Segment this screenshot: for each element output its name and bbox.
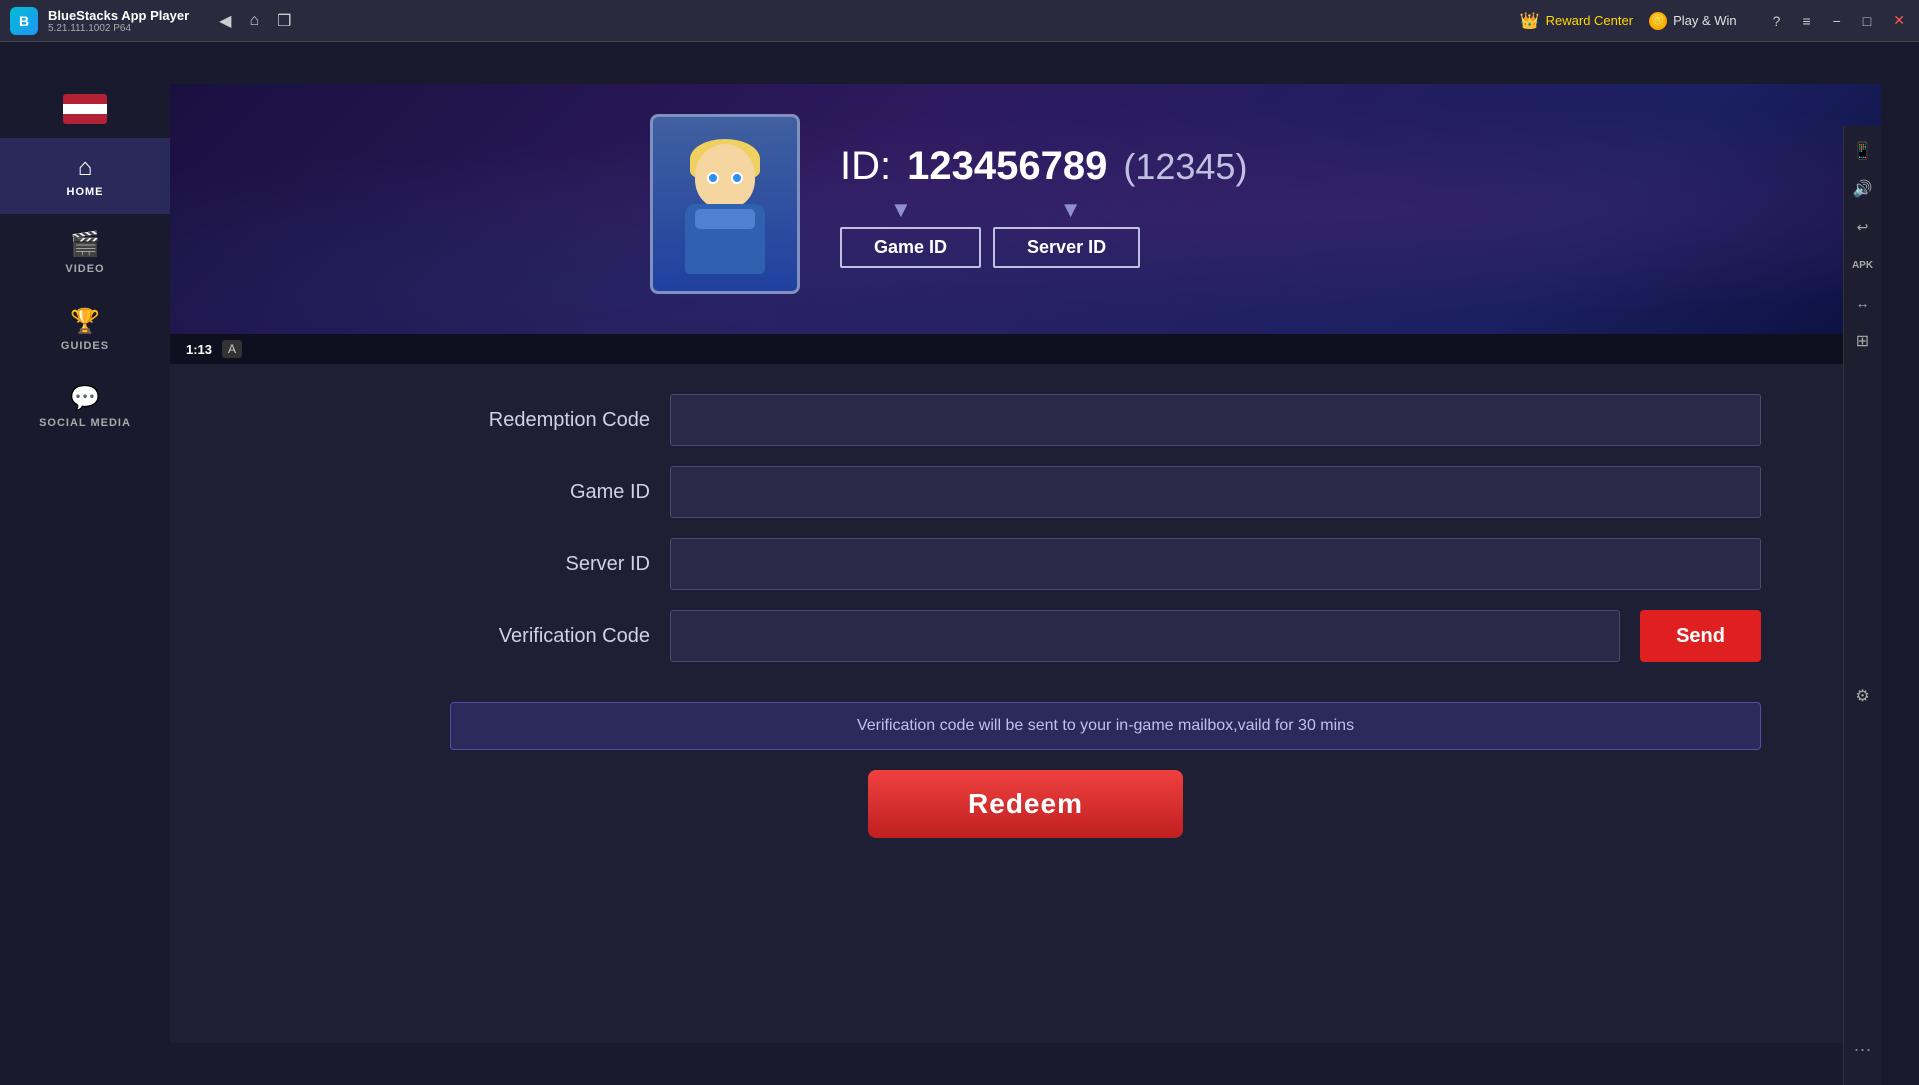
reward-center-label: Reward Center xyxy=(1546,13,1633,28)
play-win-label: Play & Win xyxy=(1673,13,1737,28)
nav-icons: ◀ ⌂ ❒ xyxy=(219,11,291,31)
redeem-button[interactable]: Redeem xyxy=(868,770,1183,838)
rs-rotate-icon[interactable]: ↩ xyxy=(1848,212,1878,242)
game-id-input[interactable] xyxy=(670,466,1761,518)
title-bar-left: B BlueStacks App Player 5.21.111.1002 P6… xyxy=(10,7,291,35)
flag-button[interactable] xyxy=(63,94,107,124)
app-name: BlueStacks App Player xyxy=(48,8,189,23)
coin-icon: 🪙 xyxy=(1649,12,1667,30)
rs-more-icon[interactable]: ⋯ xyxy=(1848,1035,1878,1065)
right-sidebar: 📱 🔊 ↩ APK ↔ ⊞ ⚙ ⋯ xyxy=(1843,126,1881,1085)
rs-resize-icon[interactable]: ↔ xyxy=(1848,288,1878,318)
tabs-icon[interactable]: ❒ xyxy=(277,11,291,31)
video-icon: 🎬 xyxy=(70,230,100,259)
title-bar-right: 👑 Reward Center 🪙 Play & Win ? ≡ − □ ✕ xyxy=(1520,10,1909,31)
back-icon[interactable]: ◀ xyxy=(219,11,231,31)
character-eye-left xyxy=(707,172,719,184)
info-text: Verification code will be sent to your i… xyxy=(857,717,1354,734)
guides-label: GUIDES xyxy=(61,340,109,352)
reward-center-button[interactable]: 👑 Reward Center xyxy=(1520,11,1633,31)
redemption-code-input[interactable] xyxy=(670,394,1761,446)
guides-icon: 🏆 xyxy=(70,307,100,336)
redeem-section: Redeem xyxy=(170,770,1881,838)
social-media-icon: 💬 xyxy=(70,384,100,413)
id-number: 123456789 xyxy=(907,144,1107,189)
timer-bar: 1:13 A xyxy=(170,334,1881,364)
rs-grid-icon[interactable]: ⊞ xyxy=(1848,326,1878,356)
server-id-arrow: ▼ xyxy=(1060,197,1082,223)
home-icon: ⌂ xyxy=(78,154,93,182)
video-label: VIDEO xyxy=(65,263,104,275)
sidebar-item-guides[interactable]: 🏆 GUIDES xyxy=(0,291,170,368)
character-eyes xyxy=(707,172,743,184)
server-id-row: Server ID xyxy=(450,538,1761,590)
form-section: Redemption Code Game ID Server ID Verifi… xyxy=(170,364,1881,692)
banner-buttons: Game ID Server ID xyxy=(840,227,1247,268)
server-number: (12345) xyxy=(1123,146,1247,188)
main-layout: ⌂ HOME 🎬 VIDEO 🏆 GUIDES 💬 SOCIAL MEDIA xyxy=(0,84,1881,1043)
rs-display-icon[interactable]: 📱 xyxy=(1848,136,1878,166)
home-nav-icon[interactable]: ⌂ xyxy=(249,12,259,30)
crown-icon: 👑 xyxy=(1520,11,1540,31)
minimize-icon[interactable]: − xyxy=(1829,11,1845,31)
header-banner: ID: 123456789 (12345) ▼ ▼ Game ID Server… xyxy=(170,84,1881,334)
verification-code-label: Verification Code xyxy=(450,625,650,648)
send-button[interactable]: Send xyxy=(1640,610,1761,662)
verification-code-row: Verification Code Send xyxy=(450,610,1761,662)
banner-id-section: ID: 123456789 (12345) ▼ ▼ Game ID Server… xyxy=(840,144,1247,268)
sidebar-item-video[interactable]: 🎬 VIDEO xyxy=(0,214,170,291)
info-banner: Verification code will be sent to your i… xyxy=(450,702,1761,750)
server-id-button[interactable]: Server ID xyxy=(993,227,1140,268)
character-portrait xyxy=(650,114,800,294)
id-label: ID: xyxy=(840,144,891,189)
menu-icon[interactable]: ≡ xyxy=(1798,11,1814,31)
banner-arrows: ▼ ▼ xyxy=(840,197,1247,223)
character-inner xyxy=(665,134,785,274)
rs-sound-icon[interactable]: 🔊 xyxy=(1848,174,1878,204)
window-controls: ? ≡ − □ ✕ xyxy=(1769,10,1909,31)
character-armor xyxy=(695,209,755,229)
left-sidebar: ⌂ HOME 🎬 VIDEO 🏆 GUIDES 💬 SOCIAL MEDIA xyxy=(0,84,170,1043)
character-eye-right xyxy=(731,172,743,184)
help-icon[interactable]: ? xyxy=(1769,11,1785,31)
game-id-row: Game ID xyxy=(450,466,1761,518)
verification-code-input[interactable] xyxy=(670,610,1620,662)
sidebar-item-home[interactable]: ⌂ HOME xyxy=(0,138,170,214)
server-id-label: Server ID xyxy=(450,553,650,576)
home-label: HOME xyxy=(67,186,104,198)
timer-value: 1:13 xyxy=(186,342,212,357)
app-version: 5.21.111.1002 P64 xyxy=(48,23,189,34)
game-id-button[interactable]: Game ID xyxy=(840,227,981,268)
maximize-icon[interactable]: □ xyxy=(1859,11,1875,31)
rs-settings-icon[interactable]: ⚙ xyxy=(1848,681,1878,711)
close-icon[interactable]: ✕ xyxy=(1889,10,1909,31)
screen-indicator: A xyxy=(222,340,242,358)
content-area: ID: 123456789 (12345) ▼ ▼ Game ID Server… xyxy=(170,84,1881,1043)
social-media-label: SOCIAL MEDIA xyxy=(39,417,131,429)
game-id-arrow: ▼ xyxy=(890,197,912,223)
redemption-code-label: Redemption Code xyxy=(450,409,650,432)
server-id-input[interactable] xyxy=(670,538,1761,590)
sidebar-item-social-media[interactable]: 💬 SOCIAL MEDIA xyxy=(0,368,170,445)
app-title: BlueStacks App Player 5.21.111.1002 P64 xyxy=(48,8,189,34)
play-win-button[interactable]: 🪙 Play & Win xyxy=(1649,12,1737,30)
redemption-code-row: Redemption Code xyxy=(450,394,1761,446)
game-id-label: Game ID xyxy=(450,481,650,504)
character-face xyxy=(695,144,755,209)
bluestacks-logo: B xyxy=(10,7,38,35)
rs-apk-icon[interactable]: APK xyxy=(1848,250,1878,280)
character-body xyxy=(685,204,765,274)
title-bar: B BlueStacks App Player 5.21.111.1002 P6… xyxy=(0,0,1919,42)
